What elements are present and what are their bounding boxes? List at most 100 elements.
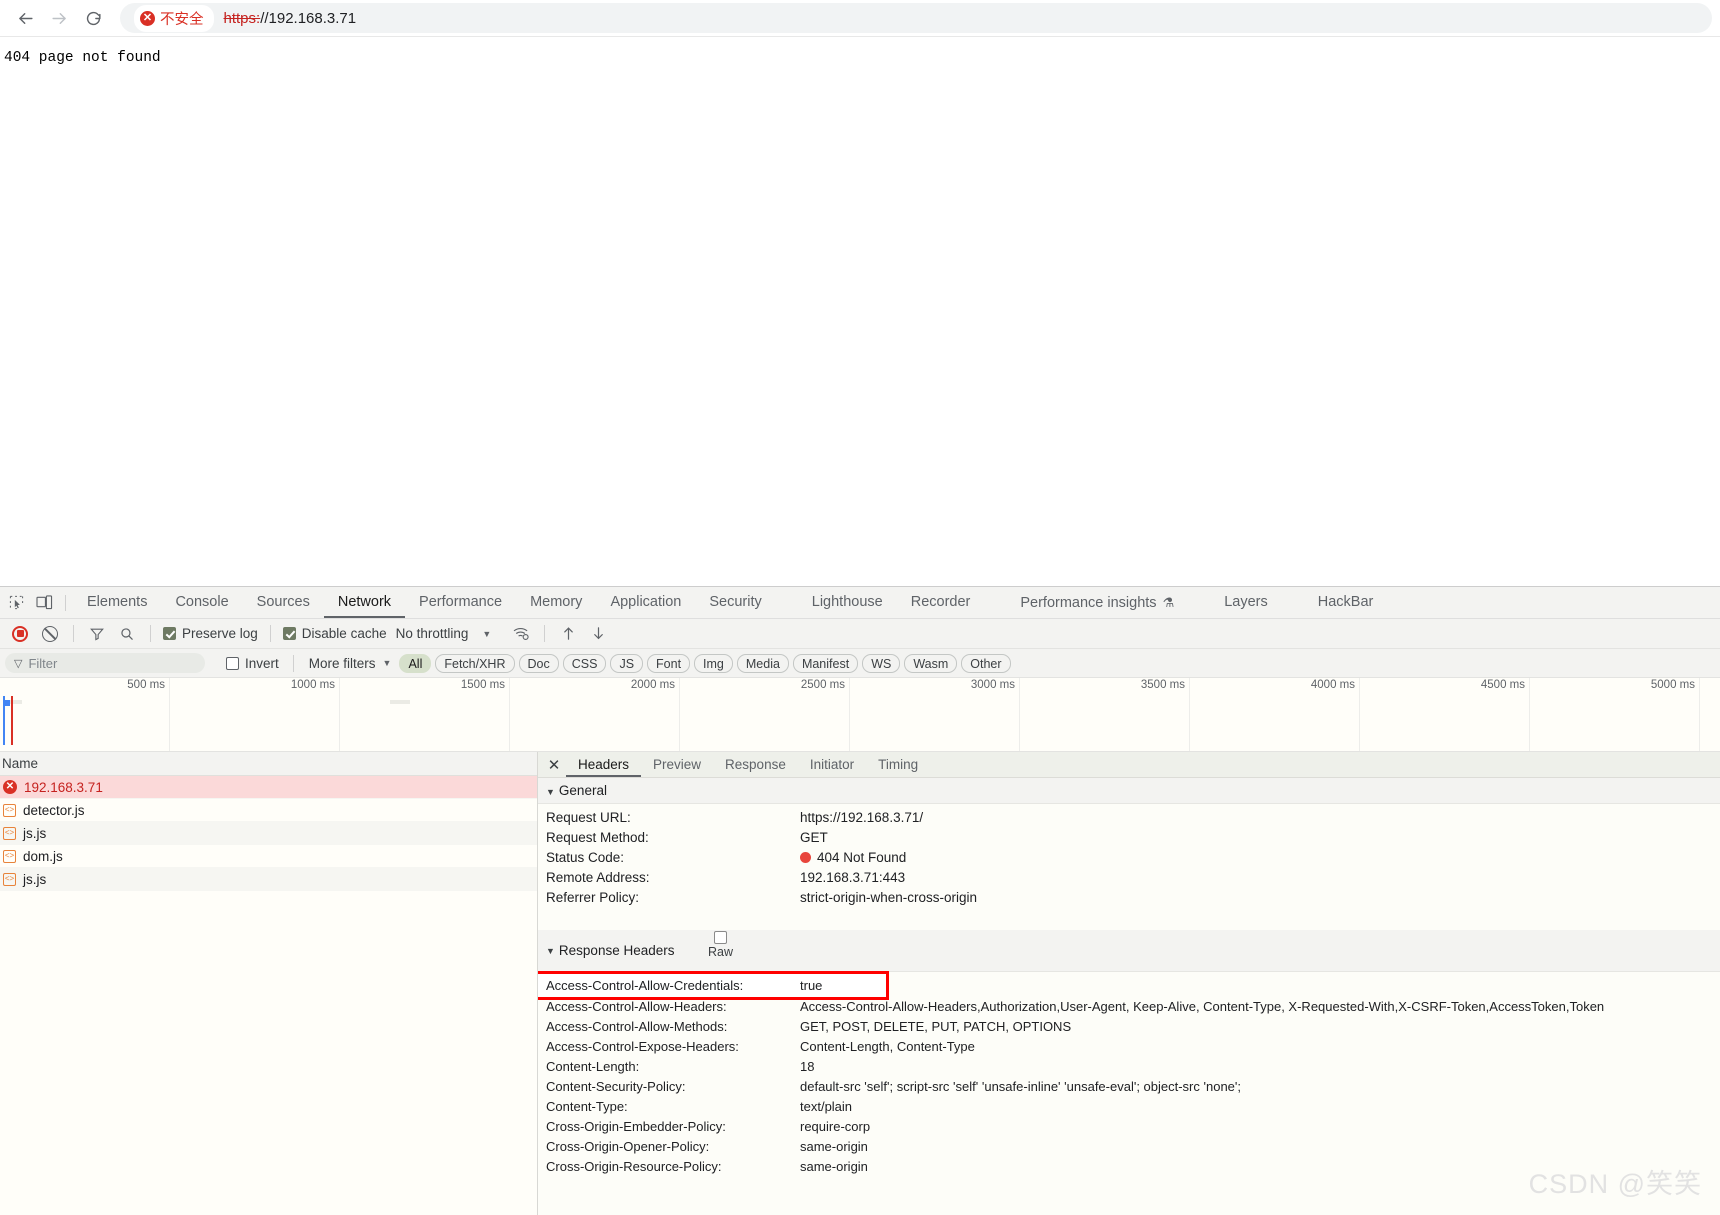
response-header-key: Content-Type: bbox=[546, 1099, 628, 1114]
tick-label-4: 2000 ms bbox=[630, 679, 675, 691]
tab-performance-insights[interactable]: Performance insights ⚗ bbox=[1006, 587, 1188, 618]
back-icon[interactable] bbox=[8, 1, 42, 35]
tab-initiator[interactable]: Initiator bbox=[798, 752, 866, 777]
response-header-key: Cross-Origin-Embedder-Policy: bbox=[546, 1119, 726, 1134]
tab-performance[interactable]: Performance bbox=[405, 587, 516, 618]
general-section-header[interactable]: ▼ General bbox=[538, 778, 1720, 804]
type-filter-fetch-xhr[interactable]: Fetch/XHR bbox=[435, 653, 515, 673]
overview-request-bar-2 bbox=[390, 700, 410, 704]
type-filter-manifest[interactable]: Manifest bbox=[792, 653, 859, 673]
tab-sources[interactable]: Sources bbox=[243, 587, 324, 618]
response-header-key: Cross-Origin-Resource-Policy: bbox=[546, 1159, 722, 1174]
request-name: 192.168.3.71 bbox=[24, 779, 103, 795]
clear-button[interactable] bbox=[36, 621, 64, 647]
type-filter-img[interactable]: Img bbox=[694, 653, 733, 673]
search-icon[interactable] bbox=[113, 621, 141, 647]
request-list-header[interactable]: Name bbox=[0, 752, 537, 776]
response-headers-section-header[interactable]: ▼ Response Headers Raw bbox=[538, 930, 1720, 972]
table-row[interactable]: ✕ 192.168.3.71 bbox=[0, 776, 537, 799]
filter-input[interactable]: ▽ Filter bbox=[5, 653, 205, 673]
timeline-tick-1: 500 ms bbox=[0, 678, 170, 751]
filter-toggle-icon[interactable] bbox=[83, 621, 111, 647]
load-event-marker bbox=[11, 696, 13, 745]
network-toolbar: Preserve log Disable cache No throttling… bbox=[0, 619, 1720, 649]
type-filter-other[interactable]: Other bbox=[961, 653, 1011, 673]
js-file-icon: <> bbox=[3, 872, 16, 886]
timeline-tick-6: 3000 ms bbox=[850, 678, 1020, 751]
tab-layers[interactable]: Layers bbox=[1210, 587, 1282, 618]
type-filter-media[interactable]: Media bbox=[736, 653, 789, 673]
tab-performance-insights-label: Performance insights bbox=[1020, 595, 1157, 611]
response-header-key: Access-Control-Expose-Headers: bbox=[546, 1039, 739, 1054]
device-toolbar-icon[interactable] bbox=[30, 590, 58, 616]
tab-security[interactable]: Security bbox=[695, 587, 775, 618]
js-file-icon: <> bbox=[3, 849, 16, 863]
type-filter-js[interactable]: JS bbox=[610, 653, 644, 673]
general-row: Referrer Policy: strict-origin-when-cros… bbox=[538, 888, 1720, 908]
tab-application[interactable]: Application bbox=[596, 587, 695, 618]
table-row[interactable]: <> js.js bbox=[0, 868, 537, 891]
tab-hackbar[interactable]: HackBar bbox=[1304, 587, 1388, 618]
security-status-chip[interactable]: ✕ 不安全 bbox=[134, 4, 214, 32]
response-header-key: Access-Control-Allow-Methods: bbox=[546, 1019, 728, 1034]
tab-console[interactable]: Console bbox=[161, 587, 242, 618]
tab-recorder[interactable]: Recorder bbox=[897, 587, 985, 618]
invert-label: Invert bbox=[245, 655, 279, 671]
import-har-icon[interactable] bbox=[554, 621, 582, 647]
response-header-row: Content-Security-Policy: default-src 'se… bbox=[538, 1077, 1720, 1097]
invert-box bbox=[226, 656, 239, 670]
type-filter-all[interactable]: All bbox=[399, 653, 432, 673]
type-filter-css[interactable]: CSS bbox=[562, 653, 607, 673]
network-overview-timeline[interactable]: 500 ms 1000 ms 1500 ms 2000 ms 2500 ms 3… bbox=[0, 678, 1720, 752]
type-filter-wasm[interactable]: Wasm bbox=[904, 653, 958, 673]
tab-preview[interactable]: Preview bbox=[641, 752, 713, 777]
url-host: //192.168.3.71 bbox=[260, 9, 357, 27]
tab-memory[interactable]: Memory bbox=[516, 587, 596, 618]
tab-lighthouse[interactable]: Lighthouse bbox=[798, 587, 897, 618]
table-row[interactable]: <> js.js bbox=[0, 822, 537, 845]
response-header-value: default-src 'self'; script-src 'self' 'u… bbox=[800, 1079, 1241, 1094]
general-key: Status Code: bbox=[546, 850, 625, 865]
address-bar[interactable]: ✕ 不安全 https://192.168.3.71 bbox=[120, 3, 1712, 33]
more-filters-dropdown[interactable]: More filters ▼ bbox=[305, 656, 396, 671]
raw-toggle[interactable]: Raw bbox=[708, 931, 733, 959]
network-conditions-icon[interactable] bbox=[507, 621, 535, 647]
reload-icon[interactable] bbox=[76, 1, 110, 35]
record-button[interactable] bbox=[6, 621, 34, 647]
triangle-down-icon-2: ▼ bbox=[546, 945, 555, 956]
forward-icon[interactable] bbox=[42, 1, 76, 35]
export-har-icon[interactable] bbox=[584, 621, 612, 647]
tab-network[interactable]: Network bbox=[323, 587, 406, 618]
tab-timing[interactable]: Timing bbox=[866, 752, 930, 777]
inspect-element-icon[interactable] bbox=[2, 590, 30, 616]
table-row[interactable]: <> detector.js bbox=[0, 799, 537, 822]
general-key: Remote Address: bbox=[546, 870, 650, 885]
disable-cache-checkbox[interactable]: Disable cache bbox=[280, 626, 390, 641]
throttling-value: No throttling bbox=[395, 626, 469, 641]
response-header-row: Cross-Origin-Embedder-Policy: require-co… bbox=[538, 1117, 1720, 1137]
tick-label-2: 1000 ms bbox=[290, 679, 335, 691]
response-header-row: Content-Type: text/plain bbox=[538, 1097, 1720, 1117]
response-header-row: Cross-Origin-Opener-Policy: same-origin bbox=[538, 1137, 1720, 1157]
type-filter-ws[interactable]: WS bbox=[862, 653, 901, 673]
page-content-area: 404 page not found bbox=[0, 37, 1720, 586]
timeline-tick-7: 3500 ms bbox=[1020, 678, 1190, 751]
general-value: strict-origin-when-cross-origin bbox=[800, 890, 978, 905]
domcontentloaded-marker bbox=[3, 696, 9, 745]
js-file-icon: <> bbox=[3, 803, 16, 817]
invert-checkbox[interactable]: Invert bbox=[223, 656, 282, 671]
tab-headers[interactable]: Headers bbox=[566, 752, 642, 777]
type-filter-doc[interactable]: Doc bbox=[518, 653, 559, 673]
tab-elements[interactable]: Elements bbox=[73, 587, 161, 618]
raw-checkbox[interactable] bbox=[714, 931, 727, 944]
preserve-log-checkbox[interactable]: Preserve log bbox=[160, 626, 261, 641]
tab-response[interactable]: Response bbox=[713, 752, 798, 777]
close-icon[interactable]: ✕ bbox=[542, 753, 566, 777]
request-details-pane: ✕ Headers Preview Response Initiator Tim… bbox=[538, 752, 1720, 1215]
url-scheme: https: bbox=[223, 9, 261, 27]
throttling-select[interactable]: No throttling ▼ bbox=[392, 626, 496, 641]
column-header-name: Name bbox=[2, 756, 39, 771]
table-row[interactable]: <> dom.js bbox=[0, 845, 537, 868]
type-filter-font[interactable]: Font bbox=[647, 653, 691, 673]
tick-label-9: 4500 ms bbox=[1480, 679, 1525, 691]
